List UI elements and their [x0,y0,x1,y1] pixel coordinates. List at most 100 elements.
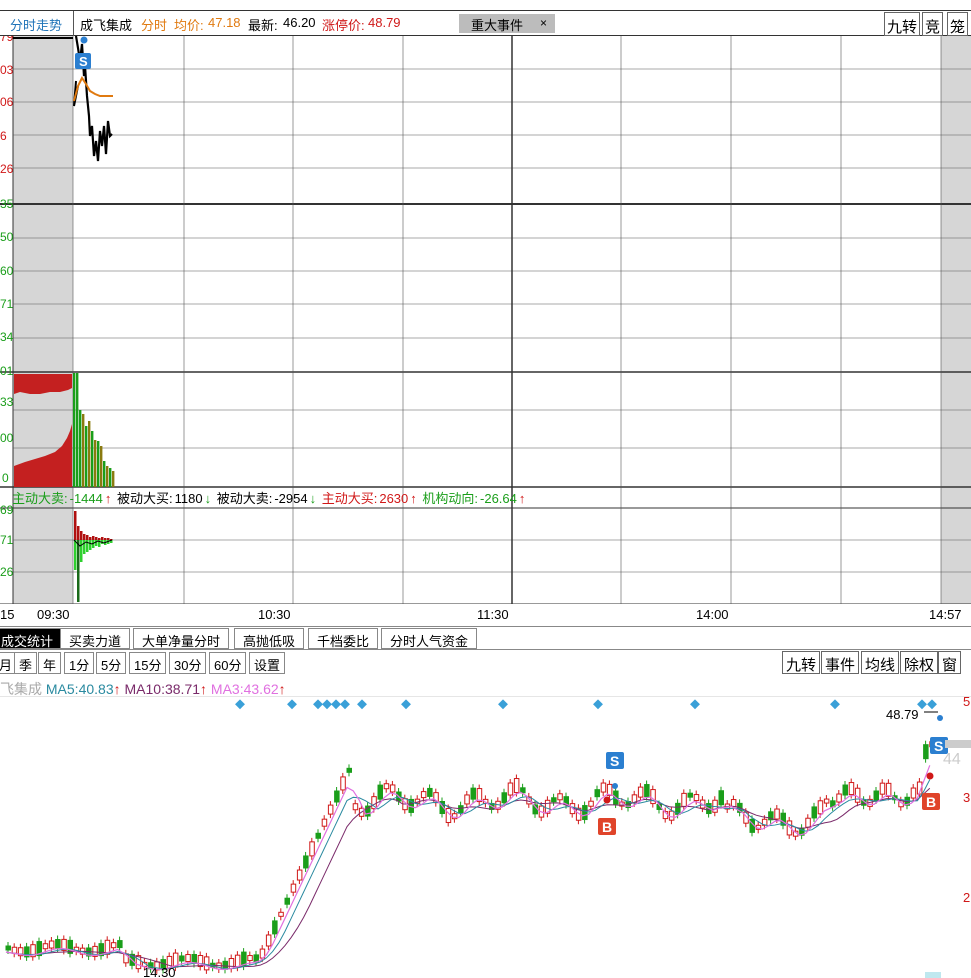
news-event-marker[interactable] [331,699,341,710]
candle [327,804,334,815]
candle [265,934,272,947]
news-event-marker[interactable] [287,699,297,710]
candle [681,792,687,807]
settings-button[interactable]: 设置 [249,652,286,674]
tab-buy-sell-force[interactable]: 买卖力道 [60,628,131,649]
candle [600,782,607,793]
time-label: 09:30 [37,607,70,622]
news-event-marker[interactable] [313,699,323,710]
period-1min[interactable]: 1分 [64,652,95,674]
indicator-tabs: 成交统计 买卖力道 大单净量分时 高抛低吸 千档委比 分时人气资金 [0,626,971,650]
tab-intraday-trend[interactable]: 分时走势 [10,11,74,36]
candle [346,767,352,773]
last-price-label: 最新: [248,18,278,33]
candle [885,782,892,797]
candle [272,920,278,935]
candle [588,800,594,807]
time-label: 14:00 [696,607,729,622]
candle [470,787,476,800]
news-event-marker[interactable] [593,699,603,710]
volume-axis-label: 71 [0,297,14,311]
down-arrow-icon: ↓ [309,491,317,506]
candle [42,943,49,950]
candle [513,778,520,794]
right-axis-label: 5 [963,696,970,709]
news-event-marker[interactable] [498,699,508,710]
right-axis-label: 44 [943,751,961,768]
tab-depth-ratio[interactable]: 千档委比 [308,628,379,649]
sell-signal-label-2: S [934,738,943,754]
candle [718,790,724,806]
buy-signal-label: B [602,819,612,835]
candle [234,954,241,968]
sell-marker-label: S [79,54,88,69]
time-label: 11:30 [477,607,509,622]
time-label: 15 [0,607,15,622]
tab-trade-stats[interactable]: 成交统计 [0,628,63,649]
events-button[interactable]: 事件 [821,651,860,674]
period-year[interactable]: 年 [38,652,62,674]
down-arrow-icon: ↓ [204,491,212,506]
news-event-marker[interactable] [401,699,411,710]
window-button[interactable]: 窗 [938,651,962,674]
candle [5,945,11,951]
intraday-header: 分时走势 成飞集成 分时 均价: 47.18 最新: 46.20 涨停价: 48… [0,10,971,36]
close-icon[interactable]: × [540,16,547,30]
period-30min[interactable]: 30分 [169,652,207,674]
limit-up-label: 涨停价: [322,18,365,33]
right-axis-label: 3 [963,790,970,805]
limit-up-value: 48.79 [368,15,401,30]
nine-turn-kline-button[interactable]: 九转 [782,651,821,674]
stock-name: 成飞集成 [80,18,133,33]
candle [805,817,811,828]
nine-turn-button[interactable]: 九转 [884,12,921,36]
cage-button[interactable]: 笼 [947,12,969,36]
candle [774,808,780,820]
candle [110,942,117,949]
news-event-marker[interactable] [340,699,350,710]
tab-high-sell-low-buy[interactable]: 高抛低吸 [234,628,305,649]
ex-rights-button[interactable]: 除权 [900,651,939,674]
avg-price-value: 47.18 [208,15,241,30]
news-event-marker[interactable] [927,699,937,710]
tab-popularity-funds[interactable]: 分时人气资金 [381,628,478,649]
ma10-label: MA10: [124,681,165,697]
news-event-marker[interactable] [322,699,332,710]
candle [730,799,737,808]
candle [501,792,507,804]
period-bar: 月 季 年 1分 5分 15分 30分 60分 设置 九转 事件 均线 除权 窗 [0,651,971,675]
avg-price-label: 均价: [174,18,204,33]
ma10-line [5,787,931,968]
period-15min[interactable]: 15分 [129,652,167,674]
price-axis-label: 6 [0,129,7,143]
flow-axis-label: 26 [0,565,14,579]
candle [377,784,383,800]
mode-label: 分时 [141,18,168,33]
news-event-marker[interactable] [690,699,700,710]
candle [179,955,185,962]
ma3-value: 43.62 [243,681,279,697]
candle [303,855,309,869]
passive-big-buy-label: 被动大买: [117,491,173,506]
auction-button[interactable]: 竞 [922,12,944,36]
ma3-label: MA3: [210,681,244,697]
candle [668,810,675,821]
news-event-marker[interactable] [357,699,367,710]
period-quarter[interactable]: 季 [14,652,38,674]
period-high-label: 48.79 [886,707,919,722]
news-event-marker[interactable] [235,699,245,710]
period-5min[interactable]: 5分 [96,652,127,674]
institution-trend-value: -26.64 [480,491,517,506]
news-event-marker[interactable] [830,699,840,710]
candle [383,783,390,790]
fund-flow-bars [74,511,113,602]
tab-big-order-net[interactable]: 大单净量分时 [133,628,230,649]
candle [389,784,396,793]
candle [842,784,848,796]
candle [247,955,253,962]
ma-lines-button[interactable]: 均线 [861,651,900,674]
period-60min[interactable]: 60分 [209,652,247,674]
candle [582,805,588,821]
right-axis-label: 2 [963,890,970,905]
candle [278,911,284,917]
